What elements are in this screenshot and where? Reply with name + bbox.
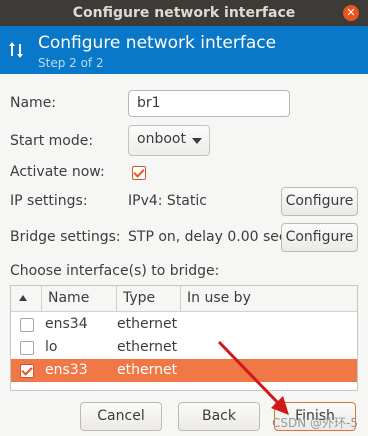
activate-label: Activate now: (10, 164, 105, 180)
column-header-select[interactable] (11, 286, 42, 312)
table-header: Name Type In use by (11, 286, 357, 312)
name-value: br1 (137, 95, 161, 111)
table-row[interactable]: ens33 ethernet (11, 359, 357, 382)
configure-ip-button[interactable]: Configure (281, 187, 358, 216)
row-checkbox[interactable] (20, 364, 34, 378)
window-titlebar: Configure network interface ✕ (0, 0, 368, 26)
network-arrows-icon (9, 42, 23, 58)
close-icon[interactable]: ✕ (343, 5, 359, 21)
choose-interfaces-label: Choose interface(s) to bridge: (10, 263, 220, 279)
header-title: Configure network interface (38, 33, 277, 53)
interfaces-table[interactable]: Name Type In use by ens34 ethernet lo et… (10, 285, 358, 391)
name-field[interactable]: br1 (128, 90, 290, 117)
row-type: ethernet (117, 362, 178, 378)
wizard-header: Configure network interface Step 2 of 2 (0, 26, 368, 74)
start-mode-value: onboot (137, 131, 186, 147)
ip-settings-label: IP settings: (10, 193, 88, 209)
table-row[interactable]: ens34 ethernet (11, 313, 357, 336)
column-header-name[interactable]: Name (42, 286, 117, 312)
ip-settings-value: IPv4: Static (128, 193, 207, 209)
activate-checkbox[interactable] (132, 166, 146, 180)
header-subtitle: Step 2 of 2 (38, 56, 104, 70)
column-header-type[interactable]: Type (117, 286, 181, 312)
table-row[interactable]: lo ethernet (11, 336, 357, 359)
window-title: Configure network interface (72, 5, 296, 21)
start-mode-label: Start mode: (10, 133, 94, 149)
bridge-settings-label: Bridge settings: (10, 229, 121, 245)
annotation-arrow-icon (217, 340, 289, 415)
configure-bridge-button[interactable]: Configure (281, 223, 358, 252)
start-mode-select[interactable]: onboot (128, 125, 210, 156)
bridge-settings-value: STP on, delay 0.00 sec (128, 229, 287, 245)
row-checkbox[interactable] (20, 318, 34, 332)
row-checkbox[interactable] (20, 341, 34, 355)
watermark: CSDN @外环-5 (272, 416, 358, 430)
cancel-button[interactable]: Cancel (80, 402, 162, 431)
row-name: lo (45, 339, 58, 355)
row-type: ethernet (117, 316, 178, 332)
name-label: Name: (10, 95, 57, 111)
chevron-down-icon (192, 138, 202, 144)
row-name: ens34 (45, 316, 88, 332)
column-header-in-use-by[interactable]: In use by (181, 286, 357, 312)
sort-up-icon (19, 295, 27, 301)
row-type: ethernet (117, 339, 178, 355)
row-name: ens33 (45, 362, 88, 378)
